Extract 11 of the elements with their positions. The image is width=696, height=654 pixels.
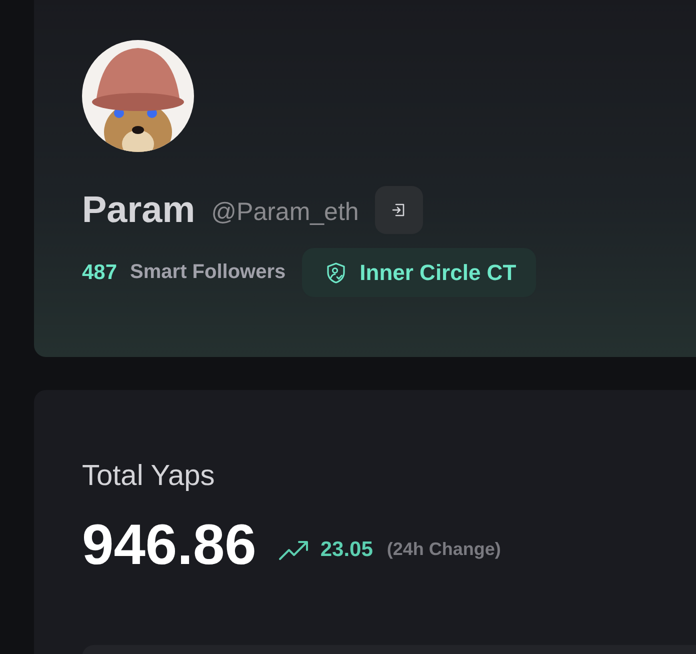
follower-count: 487 [82, 260, 118, 284]
yaps-change: 23.05 [320, 538, 373, 562]
profile-handle: @Param_eth [211, 198, 359, 226]
yaps-title: Total Yaps [82, 460, 216, 493]
profile-name: Param [82, 189, 196, 231]
follower-label: Smart Followers [130, 261, 286, 284]
badge-label: Inner Circle CT [360, 260, 516, 286]
login-icon [390, 202, 407, 218]
login-button[interactable] [374, 186, 423, 234]
change-label: (24h Change) [386, 539, 501, 560]
yaps-total: 946.86 [82, 517, 256, 574]
